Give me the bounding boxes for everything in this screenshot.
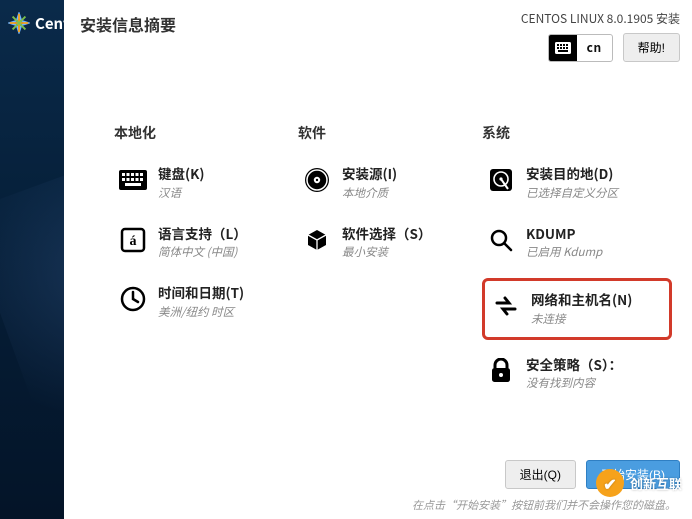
spoke-title: 语言支持（L） [158,225,247,243]
spoke-title: 安装源(I) [342,165,397,183]
spoke-status: 汉语 [158,185,204,201]
harddisk-icon [486,165,516,195]
centos-logo-icon [8,12,30,34]
spoke-kdump[interactable]: KDUMP 已启用 Kdump [482,219,672,267]
topbar: 安装信息摘要 CENTOS LINUX 8.0.1905 安装 cn 帮助! [64,0,692,68]
spoke-status: 简体中文 (中国) [158,244,247,260]
keyboard-icon [118,165,148,195]
spoke-title: 安装目的地(D) [526,165,618,183]
spoke-title: 软件选择（S） [342,225,431,243]
category-system: 系统 安装目的地(D) 已选择自定义分区 [482,123,672,410]
spoke-status: 已选择自定义分区 [526,185,618,201]
spoke-title: 安全策略（S）： [526,356,622,374]
spoke-install-destination[interactable]: 安装目的地(D) 已选择自定义分区 [482,159,672,207]
category-title: 系统 [482,123,672,143]
spoke-status: 已启用 Kdump [526,244,602,260]
clock-icon [118,284,148,314]
spoke-security-policy[interactable]: 安全策略（S）： 没有找到内容 [482,350,672,398]
category-title: 软件 [298,123,468,143]
network-icon [491,291,521,321]
spoke-status: 本地介质 [342,185,397,201]
sidebar: CentOS [0,0,64,519]
release-label: CENTOS LINUX 8.0.1905 安装 [521,10,680,27]
category-software: 软件 安装源(I) 本地介质 [298,123,468,410]
spoke-status: 美洲/纽约 时区 [158,304,244,320]
content: 本地化 键盘(K) 汉语 á [64,68,692,454]
language-icon: á [118,225,148,255]
page-title: 安装信息摘要 [80,10,176,62]
spoke-status: 最小安装 [342,244,431,260]
category-localization: 本地化 键盘(K) 汉语 á [114,123,284,410]
keyboard-icon [549,35,577,61]
svg-text:á: á [130,234,137,249]
spoke-title: 时间和日期(T) [158,284,244,302]
spoke-installation-source[interactable]: 安装源(I) 本地介质 [298,159,468,207]
keyboard-indicator[interactable]: cn [548,34,613,62]
footer: 退出(Q) 开始安装(B) 在点击“开始安装”按钮前我们并不会操作您的磁盘。 [64,454,692,519]
keyboard-layout: cn [577,39,612,56]
disc-icon [302,165,332,195]
spoke-datetime[interactable]: 时间和日期(T) 美洲/纽约 时区 [114,278,284,326]
package-icon [302,225,332,255]
spoke-status: 未连接 [531,311,632,327]
spoke-network-hostname[interactable]: 网络和主机名(N) 未连接 [482,278,672,340]
search-icon [486,225,516,255]
brand: CentOS [0,0,64,34]
spoke-language-support[interactable]: á 语言支持（L） 简体中文 (中国) [114,219,284,267]
footer-hint: 在点击“开始安装”按钮前我们并不会操作您的磁盘。 [412,497,680,513]
category-title: 本地化 [114,123,284,143]
lock-icon [486,356,516,386]
brand-text: CentOS [35,13,64,34]
quit-button[interactable]: 退出(Q) [505,460,576,489]
main-panel: 安装信息摘要 CENTOS LINUX 8.0.1905 安装 cn 帮助! [64,0,692,519]
spoke-title: KDUMP [526,225,602,243]
begin-install-button[interactable]: 开始安装(B) [586,460,680,489]
help-button[interactable]: 帮助! [623,33,680,62]
spoke-keyboard[interactable]: 键盘(K) 汉语 [114,159,284,207]
spoke-software-selection[interactable]: 软件选择（S） 最小安装 [298,219,468,267]
spoke-title: 键盘(K) [158,165,204,183]
spoke-status: 没有找到内容 [526,375,622,391]
spoke-title: 网络和主机名(N) [531,291,632,309]
